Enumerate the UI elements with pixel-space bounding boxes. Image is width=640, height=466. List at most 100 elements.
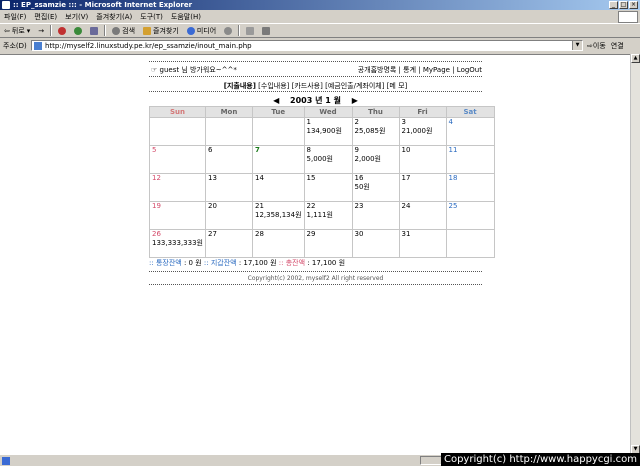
day-number[interactable]: 12 xyxy=(152,175,203,184)
calendar-day-cell[interactable]: 12 xyxy=(149,173,206,202)
minimize-button[interactable]: _ xyxy=(609,1,618,9)
calendar-day-cell[interactable]: 8 5,000원 xyxy=(303,145,353,174)
address-url[interactable]: http://myself2.linuxstudy.pe.kr/ep_ssamz… xyxy=(45,42,252,50)
scroll-up-icon[interactable]: ▲ xyxy=(631,54,640,63)
day-number[interactable]: 4 xyxy=(449,119,492,128)
tab-expense[interactable]: [지출내용] xyxy=(224,82,256,90)
day-number[interactable]: 1 xyxy=(307,119,350,128)
calendar-day-cell[interactable]: 17 xyxy=(398,173,447,202)
tab-memo[interactable]: [메 모] xyxy=(387,82,408,90)
day-number[interactable]: 24 xyxy=(402,203,444,212)
calendar-day-cell[interactable]: 15 xyxy=(303,173,353,202)
print-button[interactable] xyxy=(258,26,274,35)
day-number[interactable]: 7 xyxy=(255,147,302,156)
calendar-day-cell[interactable]: 21 12,358,134원 xyxy=(251,201,305,230)
day-number[interactable]: 28 xyxy=(255,231,302,240)
day-number[interactable]: 26 xyxy=(152,231,203,240)
tab-card[interactable]: [카드사용] xyxy=(292,82,323,90)
day-number[interactable]: 27 xyxy=(208,231,250,240)
day-number[interactable]: 31 xyxy=(402,231,444,240)
day-number[interactable]: 15 xyxy=(307,175,350,184)
calendar-day-cell[interactable]: 26 133,333,333원 xyxy=(149,229,206,258)
menu-tools[interactable]: 도구(T) xyxy=(136,12,167,22)
nav-guestbook[interactable]: 공개홈방명록 xyxy=(358,66,397,74)
calendar-day-cell[interactable]: 13 xyxy=(204,173,253,202)
day-number[interactable]: 17 xyxy=(402,175,444,184)
calendar-day-cell[interactable]: 7 xyxy=(251,145,305,174)
calendar-day-cell[interactable]: 24 xyxy=(398,201,447,230)
day-number[interactable]: 8 xyxy=(307,147,350,156)
day-number[interactable]: 10 xyxy=(402,147,444,156)
calendar-day-cell[interactable]: 10 xyxy=(398,145,447,174)
day-number[interactable]: 18 xyxy=(449,175,492,184)
calendar-day-cell[interactable]: 5 xyxy=(149,145,206,174)
vertical-scrollbar[interactable]: ▲ ▼ xyxy=(630,54,640,454)
day-number[interactable]: 16 xyxy=(355,175,397,184)
calendar-day-cell[interactable]: 6 xyxy=(204,145,253,174)
nav-stats[interactable]: 통계 xyxy=(403,66,416,74)
go-button[interactable]: ⇨이동 xyxy=(587,41,606,51)
day-number[interactable]: 9 xyxy=(355,147,397,156)
calendar-day-cell[interactable]: 18 xyxy=(445,173,495,202)
back-button[interactable]: ⇦ 뒤로 ▾ xyxy=(0,26,34,36)
refresh-button[interactable] xyxy=(70,26,86,35)
forward-button[interactable]: → xyxy=(34,27,48,35)
stop-button[interactable] xyxy=(54,26,70,35)
history-button[interactable] xyxy=(220,26,236,35)
mail-button[interactable] xyxy=(242,26,258,35)
close-button[interactable]: × xyxy=(629,1,638,9)
day-number[interactable]: 30 xyxy=(355,231,397,240)
chevron-down-icon[interactable]: ▼ xyxy=(572,41,582,50)
calendar-day-cell[interactable]: 19 xyxy=(149,201,206,230)
menu-help[interactable]: 도움말(H) xyxy=(167,12,205,22)
home-button[interactable] xyxy=(86,26,102,35)
calendar-day-cell[interactable]: 16 50원 xyxy=(351,173,400,202)
calendar-day-cell[interactable]: 25 xyxy=(445,201,495,230)
links-button[interactable]: 연결 xyxy=(611,41,624,51)
search-button[interactable]: 검색 xyxy=(108,26,139,36)
tab-income[interactable]: [수입내용] xyxy=(258,82,289,90)
menu-file[interactable]: 파일(F) xyxy=(0,12,30,22)
next-month-button[interactable]: ▶ xyxy=(344,96,366,105)
calendar-day-cell[interactable]: 31 xyxy=(398,229,447,258)
calendar-day-cell[interactable]: 2 25,085원 xyxy=(351,117,400,146)
calendar-day-cell[interactable]: 27 xyxy=(204,229,253,258)
menu-favorites[interactable]: 즐겨찾기(A) xyxy=(92,12,136,22)
day-number[interactable]: 22 xyxy=(307,203,350,212)
calendar-day-cell[interactable]: 23 xyxy=(351,201,400,230)
day-number[interactable]: 11 xyxy=(449,147,492,156)
day-number[interactable]: 2 xyxy=(355,119,397,128)
calendar-day-cell[interactable]: 11 xyxy=(445,145,495,174)
calendar-day-cell[interactable]: 14 xyxy=(251,173,305,202)
maximize-button[interactable]: □ xyxy=(619,1,628,9)
calendar-day-cell[interactable]: 4 xyxy=(445,117,495,146)
prev-month-button[interactable]: ◀ xyxy=(265,96,287,105)
nav-mypage[interactable]: MyPage xyxy=(423,66,450,74)
day-number[interactable]: 3 xyxy=(402,119,444,128)
day-number[interactable]: 6 xyxy=(208,147,250,156)
day-number[interactable]: 21 xyxy=(255,203,302,212)
calendar-day-cell[interactable]: 9 2,000원 xyxy=(351,145,400,174)
day-number[interactable]: 19 xyxy=(152,203,203,212)
day-number[interactable]: 5 xyxy=(152,147,203,156)
calendar-day-cell[interactable]: 3 21,000원 xyxy=(398,117,447,146)
address-input[interactable]: http://myself2.linuxstudy.pe.kr/ep_ssamz… xyxy=(31,40,583,51)
tab-withdraw-transfer[interactable]: [예금인출/계좌이체] xyxy=(325,82,384,90)
calendar-day-cell[interactable]: 1 134,900원 xyxy=(303,117,353,146)
day-number[interactable]: 14 xyxy=(255,175,302,184)
day-number[interactable]: 23 xyxy=(355,203,397,212)
menu-edit[interactable]: 편집(E) xyxy=(30,12,61,22)
calendar-day-cell[interactable]: 22 1,111원 xyxy=(303,201,353,230)
favorites-button[interactable]: 즐겨찾기 xyxy=(139,26,183,36)
day-number[interactable]: 29 xyxy=(307,231,350,240)
media-button[interactable]: 미디어 xyxy=(183,26,220,36)
calendar-day-cell[interactable]: 30 xyxy=(351,229,400,258)
calendar-day-cell[interactable]: 29 xyxy=(303,229,353,258)
day-number[interactable]: 20 xyxy=(208,203,250,212)
menu-view[interactable]: 보기(V) xyxy=(61,12,92,22)
calendar-day-cell[interactable]: 20 xyxy=(204,201,253,230)
day-number[interactable]: 13 xyxy=(208,175,250,184)
nav-logout[interactable]: LogOut xyxy=(457,66,482,74)
calendar-day-cell[interactable]: 28 xyxy=(251,229,305,258)
day-number[interactable]: 25 xyxy=(449,203,492,212)
